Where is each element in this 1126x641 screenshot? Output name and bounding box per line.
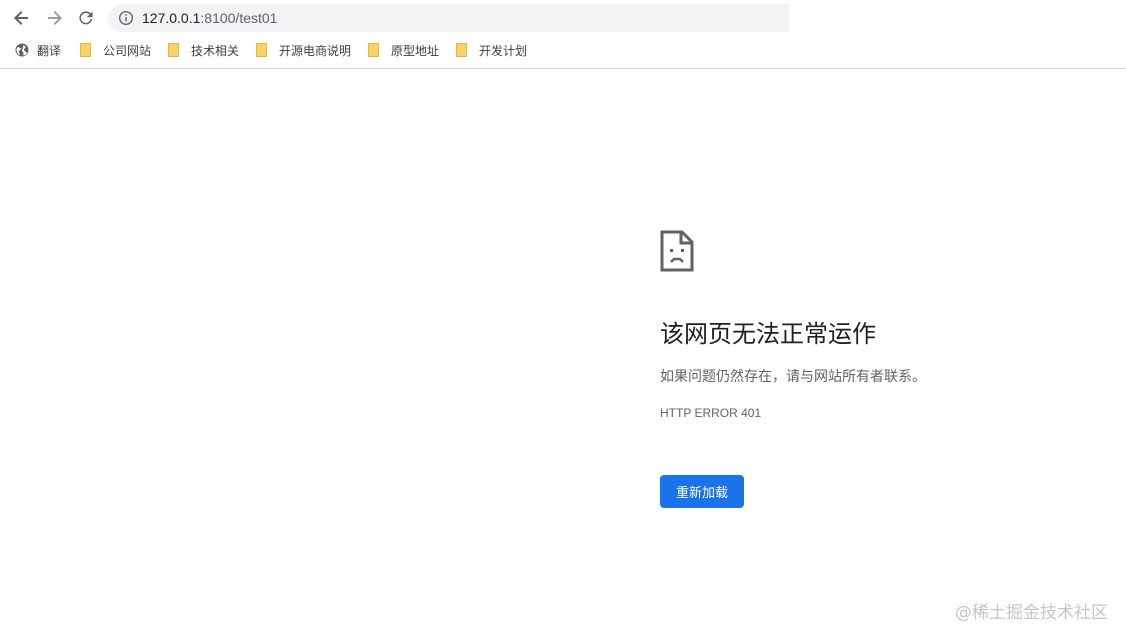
folder-icon [256,43,267,57]
reload-button[interactable]: 重新加载 [660,475,744,508]
bookmark-tech[interactable]: 技术相关 [168,38,239,62]
bookmark-label: 技术相关 [191,43,240,58]
bookmark-open-source[interactable]: 开源电商说明 [256,38,351,62]
info-icon[interactable] [118,10,134,26]
bookmark-label: 开源电商说明 [279,43,352,58]
bookmarks-bar: 翻译 公司网站 技术相关 开源电商说明 原型地址 开发计划 [0,38,1126,62]
url-path: :8100/test01 [200,10,278,26]
arrow-left-icon [14,11,28,25]
watermark: @稀土掘金技术社区 [955,603,1108,623]
forward-button[interactable] [42,6,66,30]
back-button[interactable] [10,6,34,30]
reload-toolbar-button[interactable] [74,6,98,30]
browser-toolbar: 127.0.0.1:8100/test01 翻译 公司网站 技术相关 开源电商说… [0,0,1126,69]
error-description: 如果问题仍然存在，请与网站所有者联系。 [660,369,926,385]
bookmark-dev-plan[interactable]: 开发计划 [456,38,527,62]
folder-icon [168,43,179,57]
bookmark-label: 公司网站 [103,43,152,58]
arrow-right-icon [48,11,62,25]
bookmark-prototype[interactable]: 原型地址 [368,38,439,62]
folder-icon [456,43,467,57]
error-title: 该网页无法正常运作 [660,320,876,348]
folder-icon [80,43,91,57]
url-host: 127.0.0.1 [142,10,201,26]
bookmark-label: 原型地址 [391,43,440,58]
bookmark-label: 开发计划 [479,43,528,58]
broken-page-icon [660,230,694,272]
globe-icon [15,43,29,57]
folder-icon [368,43,379,57]
address-bar[interactable]: 127.0.0.1:8100/test01 [108,4,789,32]
refresh-icon [79,11,93,25]
bookmark-label: 翻译 [37,43,62,58]
url-text[interactable]: 127.0.0.1:8100/test01 [142,4,277,32]
error-code: HTTP ERROR 401 [660,406,762,420]
bookmark-translate[interactable]: 翻译 [15,38,61,62]
bookmark-company-site[interactable]: 公司网站 [80,38,151,62]
